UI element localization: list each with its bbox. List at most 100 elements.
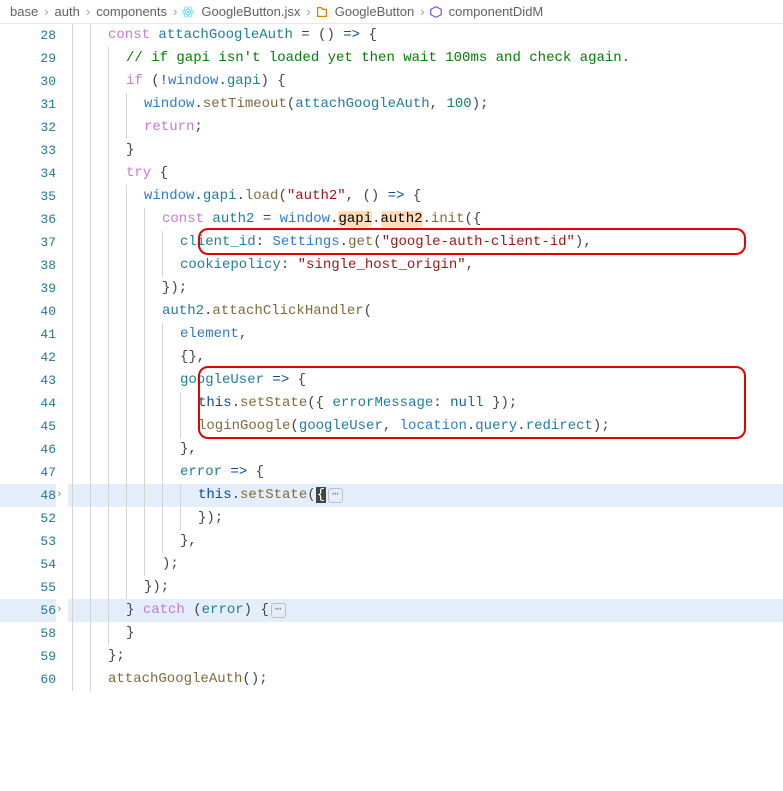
indent-guide (108, 139, 109, 162)
code-line[interactable]: }, (68, 530, 783, 553)
indent-guide (162, 484, 163, 507)
indent-guide (90, 438, 91, 461)
breadcrumb-item-symbol[interactable]: componentDidM (447, 4, 546, 19)
code-line[interactable]: window.gapi.load("auth2", () => { (68, 185, 783, 208)
breadcrumb[interactable]: base › auth › components › GoogleButton.… (0, 0, 783, 24)
code-line[interactable]: loginGoogle(googleUser, location.query.r… (68, 415, 783, 438)
code-token: gapi (338, 211, 372, 227)
line-number: 41 (0, 323, 56, 346)
code-line[interactable]: element, (68, 323, 783, 346)
indent-guide (72, 47, 73, 70)
chevron-right-icon: › (302, 4, 314, 19)
code-line[interactable]: attachGoogleAuth(); (68, 668, 783, 691)
code-line[interactable]: client_id: Settings.get("google-auth-cli… (68, 231, 783, 254)
code-editor[interactable]: ›› 2829303132333435363738394041424344454… (0, 24, 783, 787)
code-token: try (126, 165, 151, 181)
fold-chevron-icon[interactable]: › (56, 489, 63, 501)
code-token: = (254, 211, 279, 227)
code-line[interactable]: return; (68, 116, 783, 139)
code-token: : (433, 395, 450, 411)
code-line[interactable]: const attachGoogleAuth = () => { (68, 24, 783, 47)
code-line[interactable]: // if gapi isn't loaded yet then wait 10… (68, 47, 783, 70)
breadcrumb-item-file[interactable]: GoogleButton.jsx (199, 4, 302, 19)
line-number: 59 (0, 645, 56, 668)
code-token: ( (287, 96, 295, 112)
code-token: => (272, 372, 289, 388)
line-number: 53 (0, 530, 56, 553)
indent-guide (162, 392, 163, 415)
code-token: loginGoogle (198, 418, 290, 434)
code-token: { (405, 188, 422, 204)
indent-guide (126, 346, 127, 369)
breadcrumb-item-symbol[interactable]: GoogleButton (333, 4, 417, 19)
indent-guide (126, 254, 127, 277)
code-line[interactable]: window.setTimeout(attachGoogleAuth, 100)… (68, 93, 783, 116)
indent-guide (126, 461, 127, 484)
breadcrumb-item[interactable]: auth (53, 4, 82, 19)
code-line[interactable]: } (68, 622, 783, 645)
code-token: this (198, 395, 232, 411)
code-token: {}, (180, 349, 205, 365)
code-token: ); (472, 96, 489, 112)
code-token: location (400, 418, 467, 434)
code-line[interactable]: }; (68, 645, 783, 668)
code-line[interactable]: }); (68, 507, 783, 530)
indent-guide (108, 47, 109, 70)
code-line[interactable]: } (68, 139, 783, 162)
breadcrumb-item[interactable]: components (94, 4, 169, 19)
indent-guide (72, 70, 73, 93)
indent-guide (72, 185, 73, 208)
code-line[interactable]: ); (68, 553, 783, 576)
indent-guide (162, 438, 163, 461)
indent-guide (108, 208, 109, 231)
code-token: ) { (260, 73, 285, 89)
indent-guide (126, 576, 127, 599)
indent-guide (108, 392, 109, 415)
indent-guide (72, 116, 73, 139)
indent-guide (90, 254, 91, 277)
code-line[interactable]: cookiepolicy: "single_host_origin", (68, 254, 783, 277)
code-line[interactable]: }); (68, 576, 783, 599)
indent-guide (72, 392, 73, 415)
code-line[interactable]: try { (68, 162, 783, 185)
code-line[interactable]: }, (68, 438, 783, 461)
indent-guide (108, 162, 109, 185)
code-token: . (194, 96, 202, 112)
code-token: . (218, 73, 226, 89)
indent-guide (90, 415, 91, 438)
indent-guide (72, 438, 73, 461)
code-line[interactable]: error => { (68, 461, 783, 484)
code-line[interactable]: if (!window.gapi) { (68, 70, 783, 93)
code-token: . (423, 211, 431, 227)
code-token: } (126, 142, 134, 158)
code-token: attachGoogleAuth (158, 27, 292, 43)
line-number: 28 (0, 24, 56, 47)
code-line[interactable]: }); (68, 277, 783, 300)
code-line[interactable]: this.setState({ errorMessage: null }); (68, 392, 783, 415)
code-token: attachGoogleAuth (108, 671, 242, 687)
breadcrumb-item[interactable]: base (8, 4, 40, 19)
code-token: . (340, 234, 348, 250)
code-token: ({ (307, 395, 332, 411)
code-line[interactable]: const auth2 = window.gapi.auth2.init({ (68, 208, 783, 231)
code-line[interactable]: auth2.attachClickHandler( (68, 300, 783, 323)
line-number: 40 (0, 300, 56, 323)
indent-guide (108, 553, 109, 576)
code-line[interactable]: } catch (error) {⋯ (68, 599, 783, 622)
indent-guide (90, 47, 91, 70)
code-line[interactable]: googleUser => { (68, 369, 783, 392)
code-area[interactable]: const attachGoogleAuth = () => {// if ga… (68, 24, 783, 787)
code-line[interactable]: {}, (68, 346, 783, 369)
code-line[interactable]: this.setState({⋯ (68, 484, 783, 507)
indent-guide (72, 507, 73, 530)
code-token: ); (162, 556, 179, 572)
indent-guide (72, 530, 73, 553)
code-token: (! (143, 73, 168, 89)
fold-chevron-icon[interactable]: › (56, 604, 63, 616)
code-token: }); (484, 395, 518, 411)
line-number: 54 (0, 553, 56, 576)
indent-guide (144, 231, 145, 254)
line-number: 32 (0, 116, 56, 139)
line-number: 47 (0, 461, 56, 484)
indent-guide (180, 392, 181, 415)
